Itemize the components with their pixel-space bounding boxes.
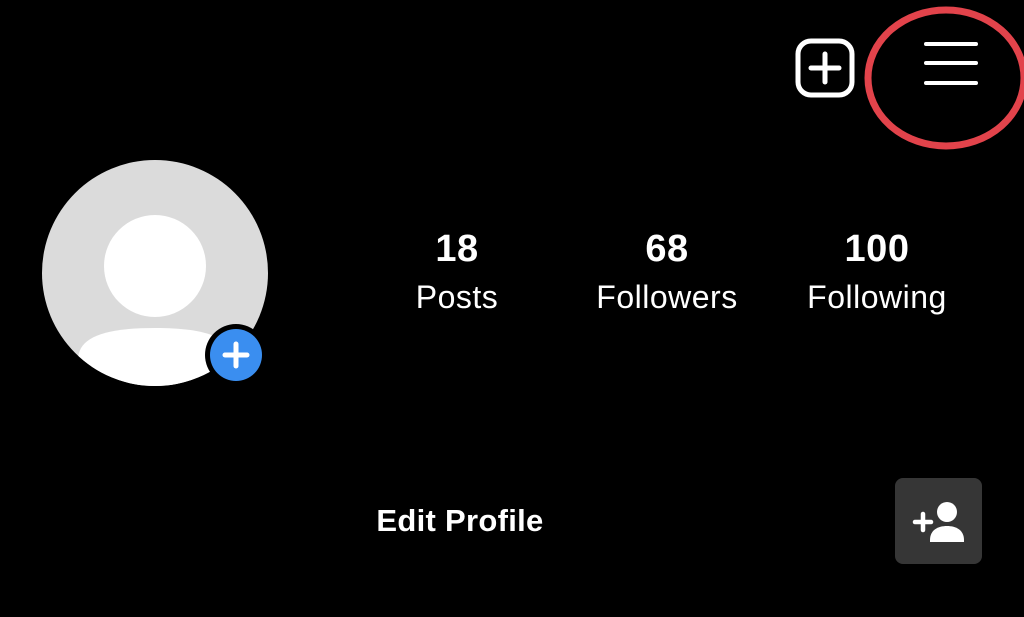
hamburger-menu-icon	[918, 38, 984, 94]
posts-stat[interactable]: 18 Posts	[357, 222, 557, 318]
plus-square-icon	[795, 38, 855, 98]
posts-count: 18	[435, 228, 479, 270]
plus-icon	[210, 329, 262, 381]
followers-stat[interactable]: 68 Followers	[567, 222, 767, 318]
menu-button[interactable]	[918, 38, 984, 94]
add-story-button[interactable]	[205, 324, 267, 386]
followers-count: 68	[645, 228, 689, 270]
add-person-icon	[895, 478, 982, 564]
add-story-badge	[210, 329, 262, 381]
new-post-button[interactable]	[795, 38, 855, 98]
edit-profile-button[interactable]: Edit Profile	[310, 490, 610, 552]
profile-screen: 18 Posts 68 Followers 100 Following Edit…	[0, 0, 1024, 617]
followers-label: Followers	[596, 279, 738, 315]
posts-label: Posts	[415, 279, 499, 315]
following-label: Following	[807, 279, 947, 315]
following-count: 100	[844, 228, 910, 270]
discover-people-button[interactable]	[895, 478, 982, 564]
following-stat[interactable]: 100 Following	[777, 222, 977, 318]
